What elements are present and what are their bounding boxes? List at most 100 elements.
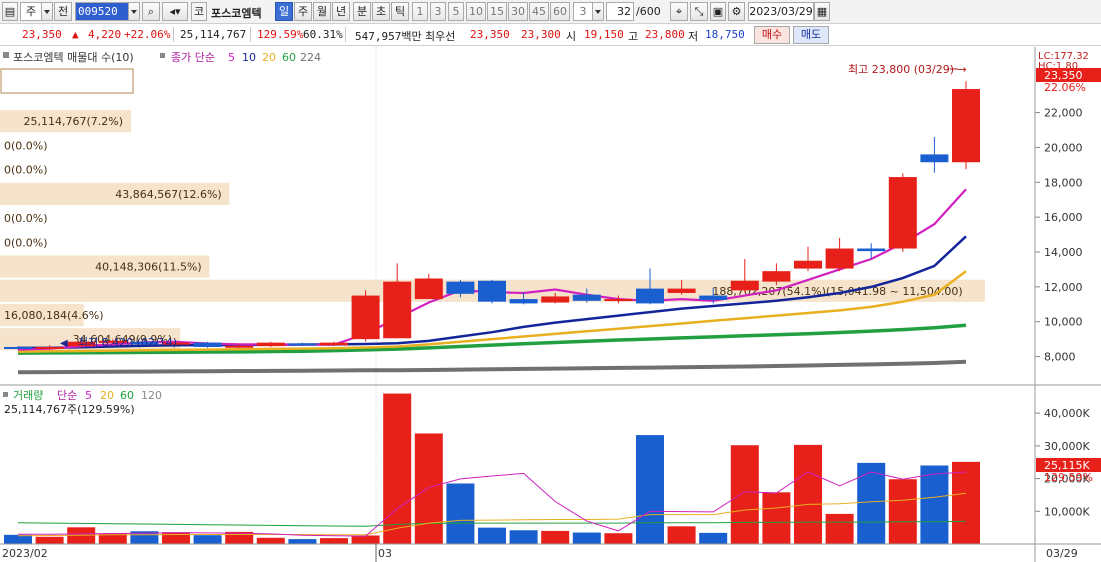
tab-monthly[interactable]: 월 [313,2,331,21]
candle-body[interactable] [920,154,949,163]
prev-button[interactable]: 전 [54,2,72,21]
interval-3-button[interactable]: 3 [430,2,446,21]
volume-bar[interactable] [604,533,633,544]
legend-vma20[interactable]: 20 [100,389,114,402]
bar-count-input[interactable]: 32 [606,2,634,21]
save-icon[interactable]: ▣ [710,2,726,21]
volume-bar[interactable] [256,537,285,544]
market-type-dropdown[interactable] [41,2,53,21]
interval-1-button[interactable]: 1 [412,2,428,21]
candle-body[interactable] [572,294,601,301]
candle-body[interactable] [446,281,475,294]
candle-body[interactable] [699,295,728,300]
volume-bar[interactable] [288,539,317,544]
volume-bar[interactable] [920,465,949,545]
interval-5-button[interactable]: 5 [448,2,464,21]
volume-bar[interactable] [383,393,412,544]
volume-bar[interactable] [414,433,443,544]
candle-body[interactable] [667,288,696,293]
volume-bar[interactable] [667,526,696,544]
legend-ma224[interactable]: 224 [300,51,321,64]
volume-bar[interactable] [541,530,570,544]
candle-body[interactable] [414,278,443,300]
tab-tick[interactable]: 틱 [391,2,409,21]
candle-body[interactable] [636,288,664,304]
legend-ma-title[interactable]: 종가 단순 [171,51,215,64]
volume-bar[interactable] [320,538,348,544]
stock-code-input[interactable]: 009520 [75,2,129,21]
tab-weekly[interactable]: 주 [294,2,312,21]
legend-ma10[interactable]: 10 [242,51,256,64]
volume-bar[interactable] [478,527,506,544]
volume-bar[interactable] [446,483,475,544]
candle-body[interactable] [857,248,886,252]
candle-body[interactable] [952,89,980,163]
candle-body[interactable] [256,342,285,347]
tab-daily[interactable]: 일 [275,2,293,21]
interval-15-button[interactable]: 15 [487,2,507,21]
volume-bar[interactable] [762,492,791,544]
volume-bar[interactable] [572,532,601,544]
legend-vma-title[interactable]: 단순 [57,389,77,402]
market-type-select[interactable]: 주 [20,2,42,21]
legend-vma120[interactable]: 120 [141,389,162,402]
candle-body[interactable] [604,299,633,302]
calendar-icon[interactable]: ▦ [814,2,830,21]
volume-bar[interactable] [193,535,222,544]
volume-bar[interactable] [888,479,917,544]
candle-body[interactable] [351,295,380,340]
volume-bar[interactable] [351,535,380,544]
legend-vma5[interactable]: 5 [85,389,92,402]
interval-45-button[interactable]: 45 [529,2,549,21]
legend-ma60[interactable]: 60 [282,51,296,64]
candle-body[interactable] [762,271,791,282]
candle-body[interactable] [825,248,854,269]
volume-bar[interactable] [4,534,32,544]
volume-bar[interactable] [730,445,759,544]
stock-list-icon[interactable]: ▤ [2,2,18,21]
candle-body[interactable] [888,177,917,249]
ruler-icon[interactable]: ⤡ [690,2,708,21]
candle-body[interactable] [288,343,317,346]
candle-body[interactable] [4,346,32,349]
volume-bar[interactable] [162,532,190,544]
volume-bar[interactable] [636,435,664,544]
crosshair-icon[interactable]: ⌖ [670,2,688,21]
legend-stock[interactable]: 포스코엠텍 매물대 수(10) [13,51,134,64]
volume-bar[interactable] [952,461,980,544]
candle-body[interactable] [225,345,254,348]
stock-code-dropdown[interactable] [128,2,140,21]
volume-bar[interactable] [509,530,538,544]
interval-10-button[interactable]: 10 [466,2,486,21]
tab-second[interactable]: 초 [372,2,390,21]
sound-icon[interactable]: ◂▾ [162,2,188,21]
legend-volume-title[interactable]: 거래량 [13,389,43,402]
legend-vma60[interactable]: 60 [120,389,134,402]
date-input[interactable]: 2023/03/29 [748,2,814,21]
candle-body[interactable] [478,280,506,302]
candle-body[interactable] [730,280,759,291]
volume-bar[interactable] [794,444,822,544]
interval-custom-input[interactable]: 3 [573,2,593,21]
volume-bar[interactable] [857,462,886,544]
candle-body[interactable] [320,342,348,346]
candle-body[interactable] [541,296,570,303]
settings-icon[interactable]: ⚙ [728,2,745,21]
stock-chart[interactable]: 22,000 20,000 18,000 16,000 14,000 12,000 10,0… [0,47,1101,562]
candle-body[interactable] [383,281,412,339]
buy-button[interactable]: 매수 [754,26,790,44]
volume-bar[interactable] [825,513,854,544]
candle-body[interactable] [794,260,822,269]
volume-bar[interactable] [699,532,728,544]
interval-30-button[interactable]: 30 [508,2,528,21]
candle-body[interactable] [509,299,538,304]
legend-ma5[interactable]: 5 [228,51,235,64]
volume-bar[interactable] [35,536,64,544]
candle-body[interactable] [193,342,222,347]
search-icon[interactable]: ⌕ [142,2,160,21]
legend-ma20[interactable]: 20 [262,51,276,64]
interval-60-button[interactable]: 60 [550,2,570,21]
tab-yearly[interactable]: 년 [332,2,350,21]
interval-custom-dropdown[interactable] [592,2,604,21]
sell-button[interactable]: 매도 [793,26,829,44]
